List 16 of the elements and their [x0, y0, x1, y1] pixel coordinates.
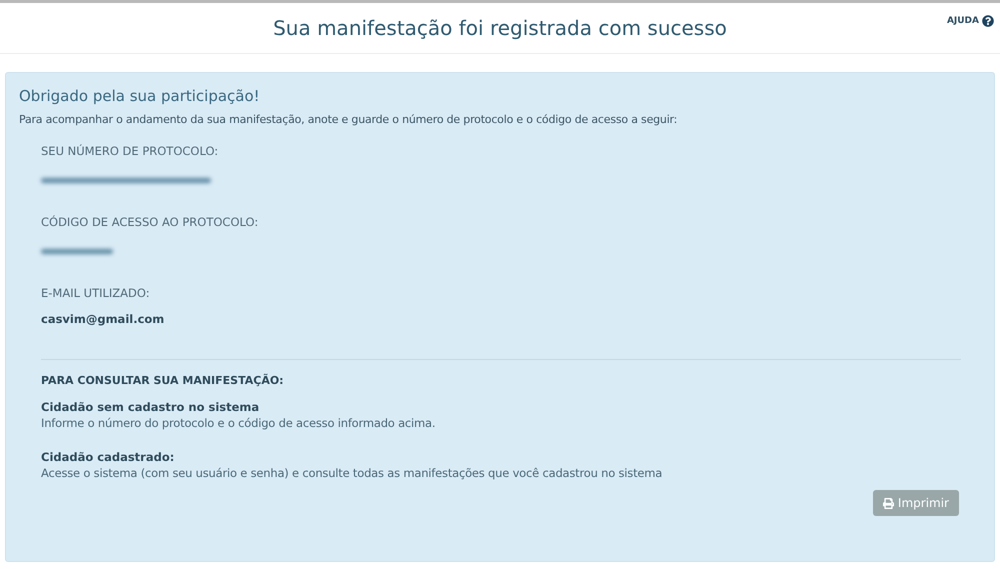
field-value: casvim@gmail.com [41, 312, 166, 326]
help-link[interactable]: AJUDA [946, 15, 994, 27]
field-label: E-MAIL UTILIZADO: [41, 286, 151, 300]
item-title: Cidadão cadastrado: [41, 450, 176, 464]
item-text: Acesse o sistema (com seu usuário e senha) e consulte todas as manifestações que você cadastrou no sistema [41, 466, 664, 480]
blurred-value [41, 249, 113, 254]
item-title: Cidadão sem cadastro no sistema [41, 400, 260, 414]
printer-icon [882, 498, 894, 508]
page-title: Sua manifestação foi registrada com sucesso [273, 16, 727, 40]
section-title: PARA CONSULTAR SUA MANIFESTAÇÃO: [41, 374, 285, 387]
instructions-text: Para acompanhar o andamento da sua manifestação, anote e guarde o número de protocolo e o código de acesso a seguir: [19, 113, 678, 126]
thank-you-heading: Obrigado pela sua participação! [19, 87, 261, 105]
field-label: SEU NÚMERO DE PROTOCOLO: [41, 144, 220, 158]
help-icon [982, 15, 994, 27]
field-label: CÓDIGO DE ACESSO AO PROTOCOLO: [41, 215, 260, 229]
item-text: Informe o número do protocolo e o código de acesso informado acima. [41, 416, 436, 430]
